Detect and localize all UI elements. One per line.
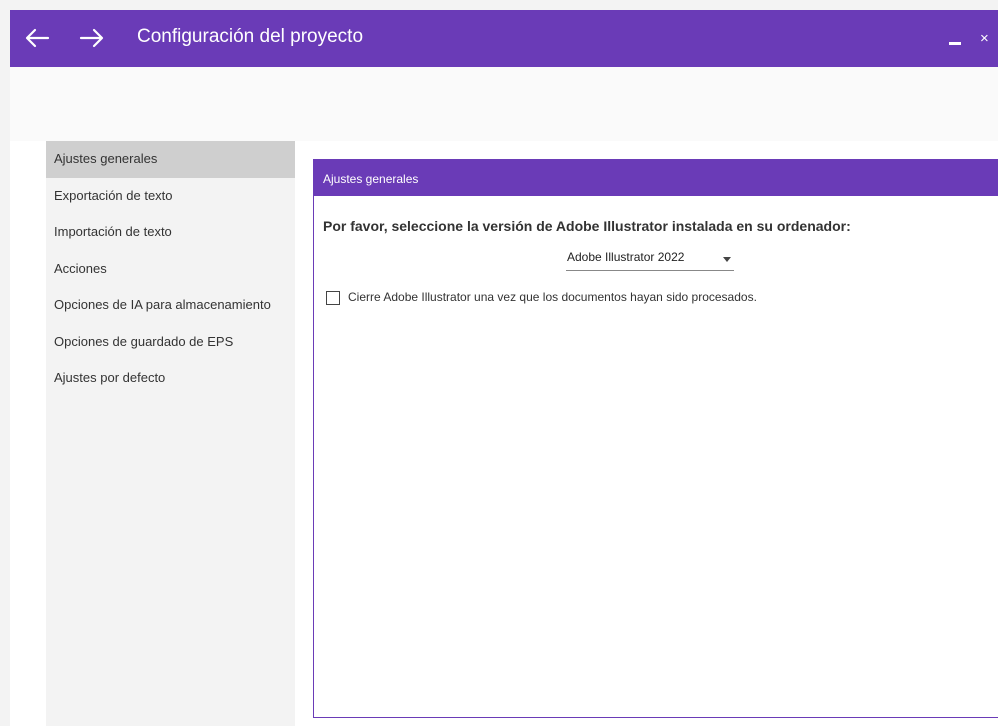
window-title: Configuración del proyecto (137, 26, 364, 47)
sidebar: Ajustes generales Exportación de texto I… (46, 141, 295, 726)
arrow-right-icon[interactable] (77, 23, 107, 53)
toolbar-area (10, 67, 998, 141)
panel-header: Ajustes generales (314, 160, 998, 196)
title-bar: Configuración del proyecto × (10, 10, 998, 67)
close-illustrator-label[interactable]: Cierre Adobe Illustrator una vez que los… (348, 290, 757, 304)
sidebar-item-acciones[interactable]: Acciones (46, 251, 295, 288)
general-settings-panel: Ajustes generales Por favor, seleccione … (313, 159, 998, 718)
select-value: Adobe Illustrator 2022 (567, 250, 685, 264)
close-icon[interactable]: × (980, 28, 998, 50)
minimize-icon[interactable] (944, 29, 966, 51)
settings-window: Configuración del proyecto × Ajustes gen… (10, 10, 998, 726)
illustrator-version-select[interactable]: Adobe Illustrator 2022 (566, 248, 734, 271)
sidebar-item-opciones-ia[interactable]: Opciones de IA para almacenamiento (46, 287, 295, 324)
sidebar-item-ajustes-generales[interactable]: Ajustes generales (46, 141, 295, 178)
close-illustrator-checkbox[interactable] (326, 291, 340, 305)
sidebar-item-exportacion-texto[interactable]: Exportación de texto (46, 178, 295, 215)
chevron-down-icon (723, 257, 731, 262)
arrow-left-icon[interactable] (22, 23, 52, 53)
version-prompt: Por favor, seleccione la versión de Adob… (323, 218, 851, 234)
sidebar-item-importacion-texto[interactable]: Importación de texto (46, 214, 295, 251)
sidebar-item-opciones-eps[interactable]: Opciones de guardado de EPS (46, 324, 295, 361)
sidebar-item-ajustes-defecto[interactable]: Ajustes por defecto (46, 360, 295, 397)
